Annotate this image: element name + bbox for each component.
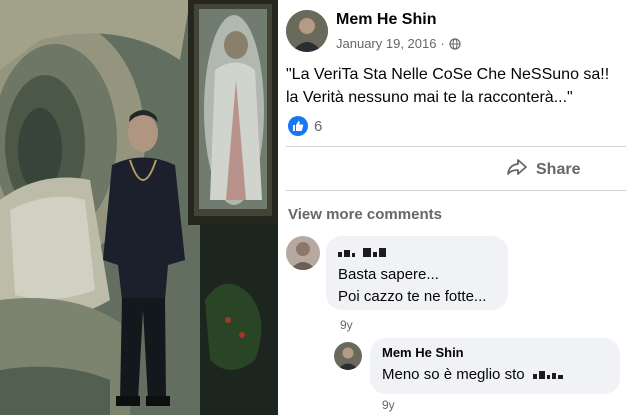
redaction-mark xyxy=(338,245,388,260)
commenter-avatar[interactable] xyxy=(286,236,320,270)
post-body: "La VeriTa Sta Nelle CoSe Che NeSSuno sa… xyxy=(286,63,626,109)
share-arrow-icon xyxy=(506,158,528,181)
post-text-line: "La VeriTa Sta Nelle CoSe Che NeSSuno sa… xyxy=(286,66,610,83)
comment-text-line: Basta sapere... xyxy=(338,266,439,284)
reply-text: Meno so è meglio sto xyxy=(382,364,608,386)
post-meta: January 19, 2016 · xyxy=(336,36,461,51)
redaction-mark xyxy=(529,364,565,386)
reply-author-name[interactable]: Mem He Shin xyxy=(382,345,608,360)
reaction-summary[interactable]: 6 xyxy=(288,116,322,136)
author-avatar[interactable] xyxy=(286,10,328,52)
divider xyxy=(286,146,626,147)
reaction-count: 6 xyxy=(314,117,323,135)
post-date[interactable]: January 19, 2016 xyxy=(336,36,436,51)
meta-separator: · xyxy=(440,36,445,51)
view-more-comments-link[interactable]: View more comments xyxy=(288,206,442,223)
post-panel: Mem He Shin January 19, 2016 · "La VeriT… xyxy=(278,0,630,415)
divider xyxy=(286,190,626,191)
comment-bubble: Basta sapere... Poi cazzo te ne fotte... xyxy=(326,236,508,310)
post-text-line: la Verità nessuno mai te la racconterà..… xyxy=(286,89,573,106)
author-name[interactable]: Mem He Shin xyxy=(336,11,436,29)
globe-icon xyxy=(449,37,461,50)
like-icon xyxy=(288,116,308,136)
reply-author-avatar[interactable] xyxy=(334,342,362,370)
post-photo[interactable] xyxy=(0,0,278,415)
comment-timestamp[interactable]: 9y xyxy=(340,318,353,332)
photo-illustration xyxy=(0,0,278,415)
reply-timestamp[interactable]: 9y xyxy=(382,398,395,412)
reply-bubble: Mem He Shin Meno so è meglio sto xyxy=(370,338,620,394)
share-label: Share xyxy=(536,160,581,178)
comment-text-line: Poi cazzo te ne fotte... xyxy=(338,288,487,306)
redacted-commenter-name[interactable] xyxy=(338,244,496,260)
share-button[interactable]: Share xyxy=(506,158,580,181)
reply-text-content: Meno so è meglio sto xyxy=(382,366,525,383)
